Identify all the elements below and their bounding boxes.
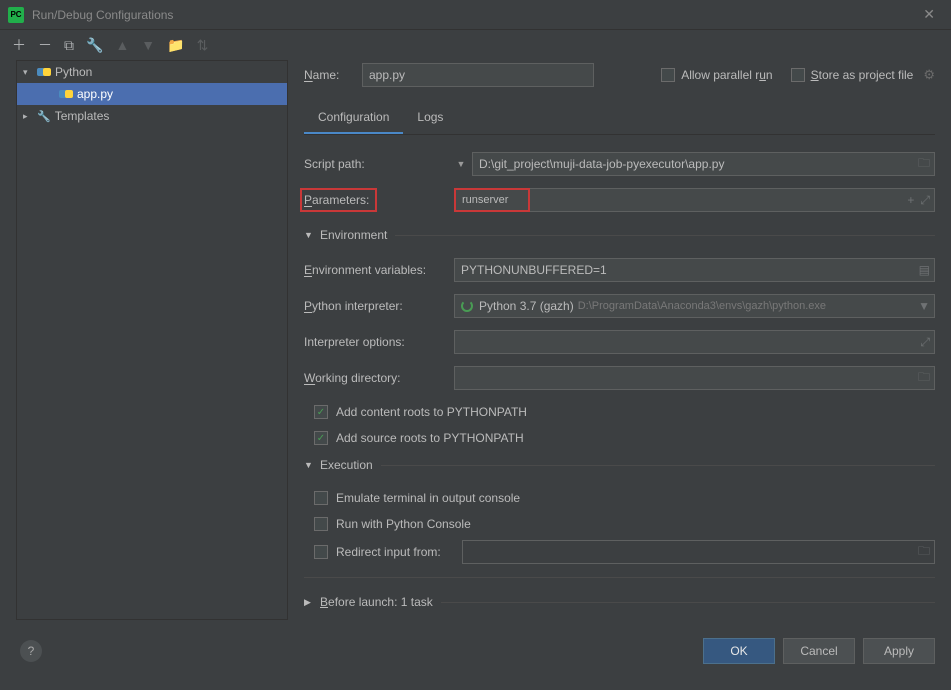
add-content-roots-checkbox[interactable]: ✓ Add content roots to PYTHONPATH [314,401,935,423]
checkbox-label: Add source roots to PYTHONPATH [336,431,524,445]
parameters-input[interactable]: runserver [454,188,530,212]
interp-options-input[interactable]: ⤢ [454,330,935,354]
list-icon[interactable]: ▤ [919,263,930,277]
move-down-icon[interactable]: ▼ [141,37,155,53]
emulate-terminal-checkbox[interactable]: Emulate terminal in output console [314,487,935,509]
move-up-icon[interactable]: ▲ [115,37,129,53]
gear-icon[interactable]: ⚙ [923,67,935,83]
apply-button[interactable]: Apply [863,638,935,664]
add-config-icon[interactable]: ＋ [12,35,26,55]
folder-icon[interactable]: 📁 [167,37,184,54]
script-path-label: Script path: [304,157,454,171]
help-icon[interactable]: ? [20,640,42,662]
wrench-icon[interactable]: 🔧 [86,37,103,54]
section-title: Before launch: 1 task [320,595,433,609]
divider [381,465,935,466]
config-toolbar: ＋ － ⧉ 🔧 ▲ ▼ 📁 ⇅ [0,30,951,60]
python-icon [37,65,51,79]
tree-node-templates[interactable]: ▸ 🔧 Templates [17,105,287,127]
interp-options-label: Interpreter options: [304,335,454,349]
parameters-extra[interactable]: +⤢ [530,188,935,212]
divider [304,577,935,578]
parameters-label: Parameters: [304,188,454,212]
name-label: Name: [304,68,362,82]
env-vars-label: Environment variables: [304,263,454,277]
section-title: Execution [320,458,373,472]
browse-icon[interactable]: 🗀 [918,542,930,563]
execution-section[interactable]: ▼ Execution [304,453,935,477]
tree-node-python[interactable]: ▾ Python [17,61,287,83]
tab-bar: Configuration Logs [304,102,935,135]
interpreter-label: Python interpreter: [304,299,454,313]
divider [395,235,935,236]
dialog-footer: ? OK Cancel Apply [0,628,951,674]
field-value: PYTHONUNBUFFERED=1 [461,263,607,277]
checkbox-icon: ✓ [314,431,328,445]
expand-icon[interactable]: ⤢ [920,335,930,350]
config-tree: ▾ Python app.py ▸ 🔧 Templates [16,60,288,620]
tab-configuration[interactable]: Configuration [304,102,403,134]
tree-label: app.py [77,87,113,101]
browse-icon[interactable]: 🗀 [918,154,930,175]
redirect-input-label: Redirect input from: [336,545,462,559]
checkbox-icon [314,491,328,505]
chevron-down-icon: ▼ [304,230,320,240]
chevron-down-icon[interactable]: ▼ [454,159,468,169]
chevron-right-icon: ▶ [304,597,320,608]
loading-icon [461,300,473,312]
title-bar: PC Run/Debug Configurations ✕ [0,0,951,30]
interpreter-path: D:\ProgramData\Anaconda3\envs\gazh\pytho… [578,300,826,312]
tab-logs[interactable]: Logs [403,102,457,134]
expand-icon[interactable]: ⤢ [920,193,930,208]
checkbox-label: Store as project file [811,68,914,82]
script-path-input[interactable]: D:\git_project\muji-data-job-pyexecutor\… [472,152,935,176]
copy-config-icon[interactable]: ⧉ [64,37,74,54]
wrench-icon: 🔧 [37,110,51,123]
close-icon[interactable]: ✕ [915,2,943,27]
store-project-checkbox[interactable]: Store as project file ⚙ [791,67,935,83]
chevron-down-icon: ▼ [304,460,320,470]
chevron-down-icon[interactable]: ▼ [918,299,930,313]
name-input[interactable] [362,63,594,87]
remove-config-icon[interactable]: － [38,35,52,55]
allow-parallel-checkbox[interactable]: Allow parallel run [661,68,772,82]
checkbox-icon [661,68,675,82]
checkbox-icon[interactable] [314,545,328,559]
before-launch-section[interactable]: ▶ Before launch: 1 task [304,590,935,614]
chevron-right-icon: ▸ [23,111,37,122]
checkbox-icon [791,68,805,82]
divider [441,602,935,603]
checkbox-label: Emulate terminal in output console [336,491,520,505]
tree-label: Templates [55,109,110,123]
plus-icon[interactable]: + [907,193,914,208]
checkbox-label: Allow parallel run [681,68,772,82]
checkbox-label: Run with Python Console [336,517,471,531]
main-panel: Name: Allow parallel run Store as projec… [296,60,951,628]
cancel-button[interactable]: Cancel [783,638,855,664]
section-title: Environment [320,228,387,242]
run-python-console-checkbox[interactable]: Run with Python Console [314,513,935,535]
window-title: Run/Debug Configurations [32,8,915,22]
field-value: runserver [462,194,508,206]
browse-icon[interactable]: 🗀 [918,368,930,389]
env-vars-input[interactable]: PYTHONUNBUFFERED=1 ▤ [454,258,935,282]
environment-section[interactable]: ▼ Environment [304,223,935,247]
redirect-input-field[interactable]: 🗀 [462,540,935,564]
field-value: D:\git_project\muji-data-job-pyexecutor\… [479,157,724,171]
tree-node-app[interactable]: app.py [17,83,287,105]
working-dir-label: Working directory: [304,371,454,385]
interpreter-name: Python 3.7 (gazh) [479,299,574,313]
chevron-down-icon: ▾ [23,67,37,78]
working-dir-input[interactable]: 🗀 [454,366,935,390]
checkbox-icon: ✓ [314,405,328,419]
checkbox-label: Add content roots to PYTHONPATH [336,405,527,419]
ok-button[interactable]: OK [703,638,775,664]
checkbox-icon [314,517,328,531]
interpreter-select[interactable]: Python 3.7 (gazh) D:\ProgramData\Anacond… [454,294,935,318]
app-icon: PC [8,7,24,23]
python-icon [59,87,73,101]
add-source-roots-checkbox[interactable]: ✓ Add source roots to PYTHONPATH [314,427,935,449]
sort-icon[interactable]: ⇅ [197,37,209,54]
tree-label: Python [55,65,92,79]
